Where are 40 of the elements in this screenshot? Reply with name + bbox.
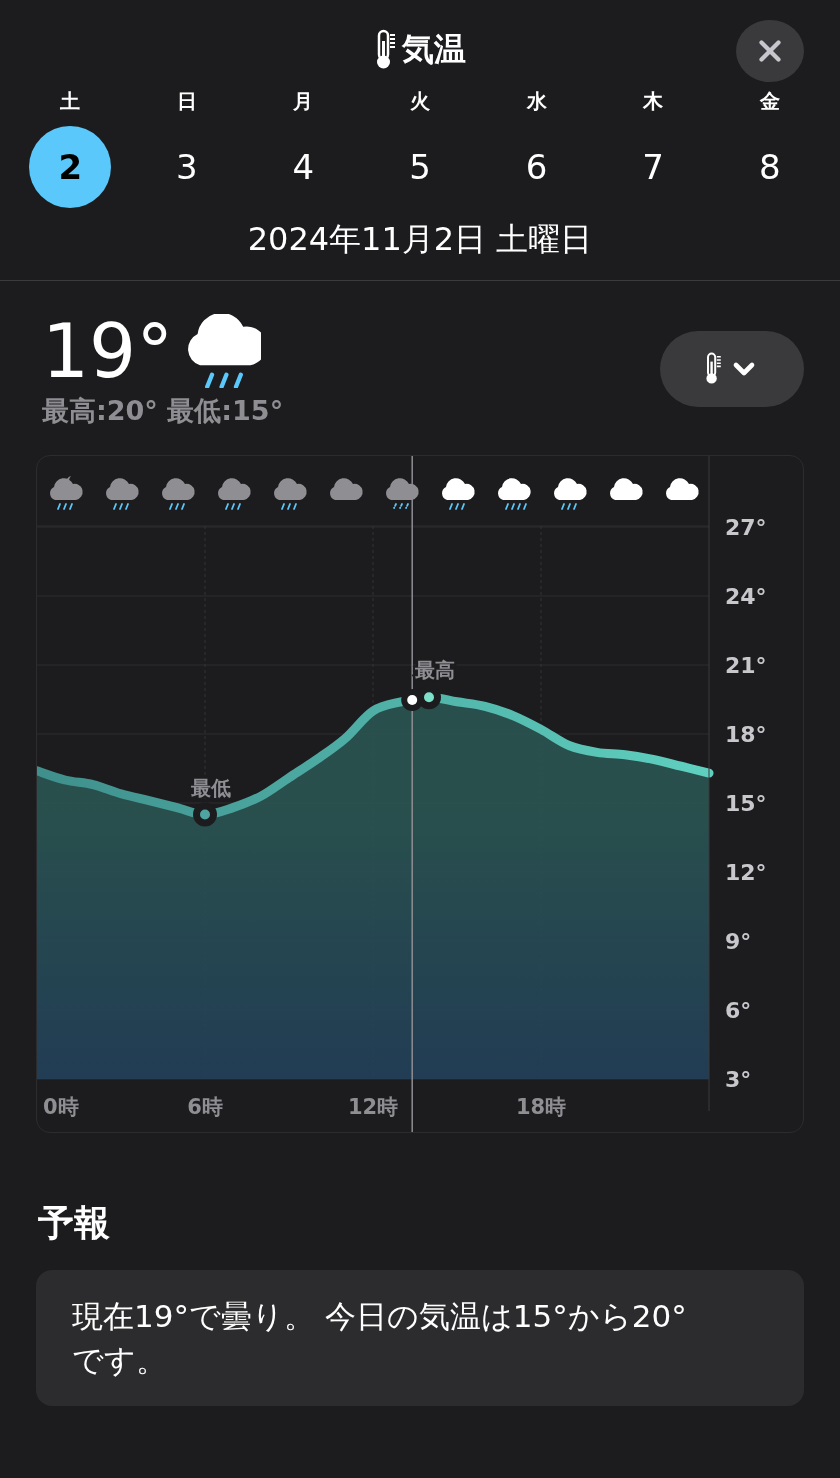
day-button[interactable]: 4 [262, 126, 345, 208]
weekday-label: 木 [643, 88, 664, 115]
weekday-label: 金 [759, 88, 780, 115]
selected-date: 2024年11月2日 土曜日 [247, 219, 593, 260]
y-axis-label: 24° [725, 584, 767, 609]
day-button[interactable]: 7 [612, 126, 695, 208]
current-point-marker [401, 688, 424, 711]
thermometer-icon [704, 352, 722, 386]
thermometer-icon [374, 29, 396, 71]
y-axis-label: 6° [725, 998, 752, 1023]
day-button[interactable]: 5 [379, 126, 461, 208]
page-title: 気温 [402, 29, 466, 70]
x-axis-label: 0時 [43, 1095, 79, 1119]
day-button[interactable]: 2 [29, 126, 112, 208]
y-axis-label: 18° [725, 722, 767, 747]
weekday-label: 土 [60, 88, 81, 115]
weekday-label: 火 [410, 88, 430, 115]
y-axis-label: 21° [725, 653, 767, 678]
weekday-label: 水 [526, 88, 547, 115]
y-axis-label: 3° [725, 1067, 752, 1092]
weekday-label: 日 [176, 88, 197, 115]
y-axis-label: 27° [725, 515, 767, 540]
x-axis-label: 6時 [187, 1095, 223, 1119]
section-heading: 予報 [38, 1201, 111, 1245]
extreme-label: 最高 [415, 658, 455, 683]
current-temperature: 19° [42, 309, 174, 393]
extreme-label: 最低 [191, 775, 231, 800]
y-axis-label: 9° [725, 929, 752, 954]
extreme-point-marker [193, 802, 217, 827]
day-button[interactable]: 8 [728, 126, 811, 208]
y-axis-label: 15° [725, 791, 767, 816]
x-axis-label: 18時 [515, 1095, 567, 1119]
day-button[interactable]: 3 [145, 126, 228, 208]
high-low-temperature: 最高:20° 最低:15° [42, 394, 284, 428]
cloud-rain-icon [188, 314, 262, 388]
y-axis-label: 12° [725, 860, 767, 885]
forecast-text: 現在19°で曇り。 今日の気温は15°から20°です。 [72, 1297, 688, 1380]
x-axis-label: 12時 [347, 1095, 399, 1119]
weekday-label: 月 [293, 88, 314, 115]
day-button[interactable]: 6 [495, 126, 578, 208]
